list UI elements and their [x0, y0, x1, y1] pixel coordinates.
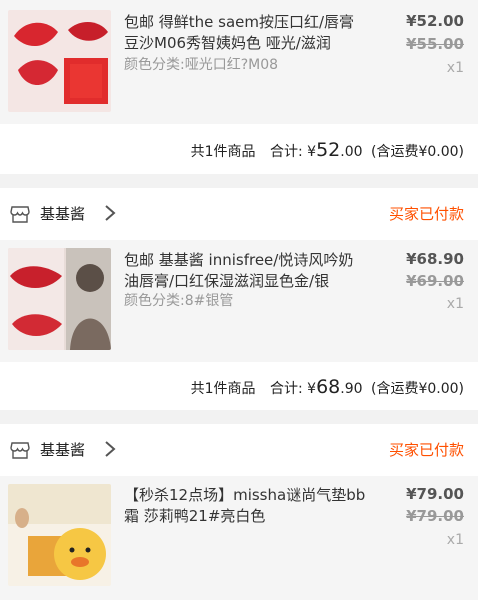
total-amount-int: 68 [316, 376, 341, 398]
product-thumbnail[interactable] [8, 10, 111, 112]
total-amount-prefix: ¥ [307, 381, 317, 397]
shop-icon [10, 206, 30, 223]
product-title[interactable]: 包邮 基基酱 innisfree/悦诗风吟奶油唇膏/口红保湿滋润显色金/银 [124, 250, 368, 292]
item-count: 共1件商品 [190, 144, 256, 160]
product-quantity: x1 [446, 60, 464, 76]
order-summary: 共1件商品 合计: ¥68.90 (含运费¥0.00) [0, 362, 478, 410]
order-status: 买家已付款 [388, 205, 464, 223]
shipping-note: (含运费¥0.00) [370, 381, 464, 397]
product-variant: 颜色分类:哑光口红?M08 [124, 57, 279, 73]
shop-icon [10, 442, 30, 459]
order-item[interactable]: 【秒杀12点场】missha谜尚气垫bb霜 莎莉鸭21#亮白色 ¥79.00 ¥… [0, 476, 478, 600]
total-label: 合计: [269, 144, 303, 160]
order-item[interactable]: 包邮 基基酱 innisfree/悦诗风吟奶油唇膏/口红保湿滋润显色金/银 颜色… [0, 240, 478, 362]
product-title[interactable]: 【秒杀12点场】missha谜尚气垫bb霜 莎莉鸭21#亮白色 [124, 485, 368, 527]
total-amount-prefix: ¥ [307, 144, 317, 160]
order-status: 买家已付款 [388, 441, 464, 459]
product-quantity: x1 [446, 532, 464, 548]
order-item[interactable]: 包邮 得鲜the saem按压口红/唇膏豆沙M06秀智姨妈色 哑光/滋润 颜色分… [0, 0, 478, 124]
chevron-right-icon[interactable] [103, 202, 117, 224]
shop-name[interactable]: 基基酱 [40, 439, 85, 460]
chevron-right-icon[interactable] [103, 438, 117, 460]
total-amount-dec: .00 [340, 144, 363, 160]
total-label: 合计: [269, 381, 303, 397]
product-thumbnail[interactable] [8, 484, 111, 586]
product-price: ¥79.00 [406, 485, 464, 503]
total-amount-dec: .90 [340, 381, 363, 397]
product-price: ¥52.00 [406, 12, 464, 30]
product-variant: 颜色分类:8#银管 [124, 293, 234, 309]
shop-header[interactable]: 基基酱 买家已付款 [0, 188, 478, 240]
total-amount-int: 52 [316, 139, 341, 161]
product-title[interactable]: 包邮 得鲜the saem按压口红/唇膏豆沙M06秀智姨妈色 哑光/滋润 [124, 12, 368, 54]
product-quantity: x1 [446, 296, 464, 312]
order-summary: 共1件商品 合计: ¥52.00 (含运费¥0.00) [0, 124, 478, 174]
product-thumbnail[interactable] [8, 248, 111, 350]
shipping-note: (含运费¥0.00) [370, 144, 464, 160]
product-original-price: ¥79.00 [406, 507, 464, 525]
shop-header[interactable]: 基基酱 买家已付款 [0, 424, 478, 476]
product-original-price: ¥55.00 [406, 35, 464, 53]
shop-name[interactable]: 基基酱 [40, 203, 85, 224]
product-price: ¥68.90 [406, 250, 464, 268]
item-count: 共1件商品 [190, 381, 256, 397]
product-original-price: ¥69.00 [406, 272, 464, 290]
